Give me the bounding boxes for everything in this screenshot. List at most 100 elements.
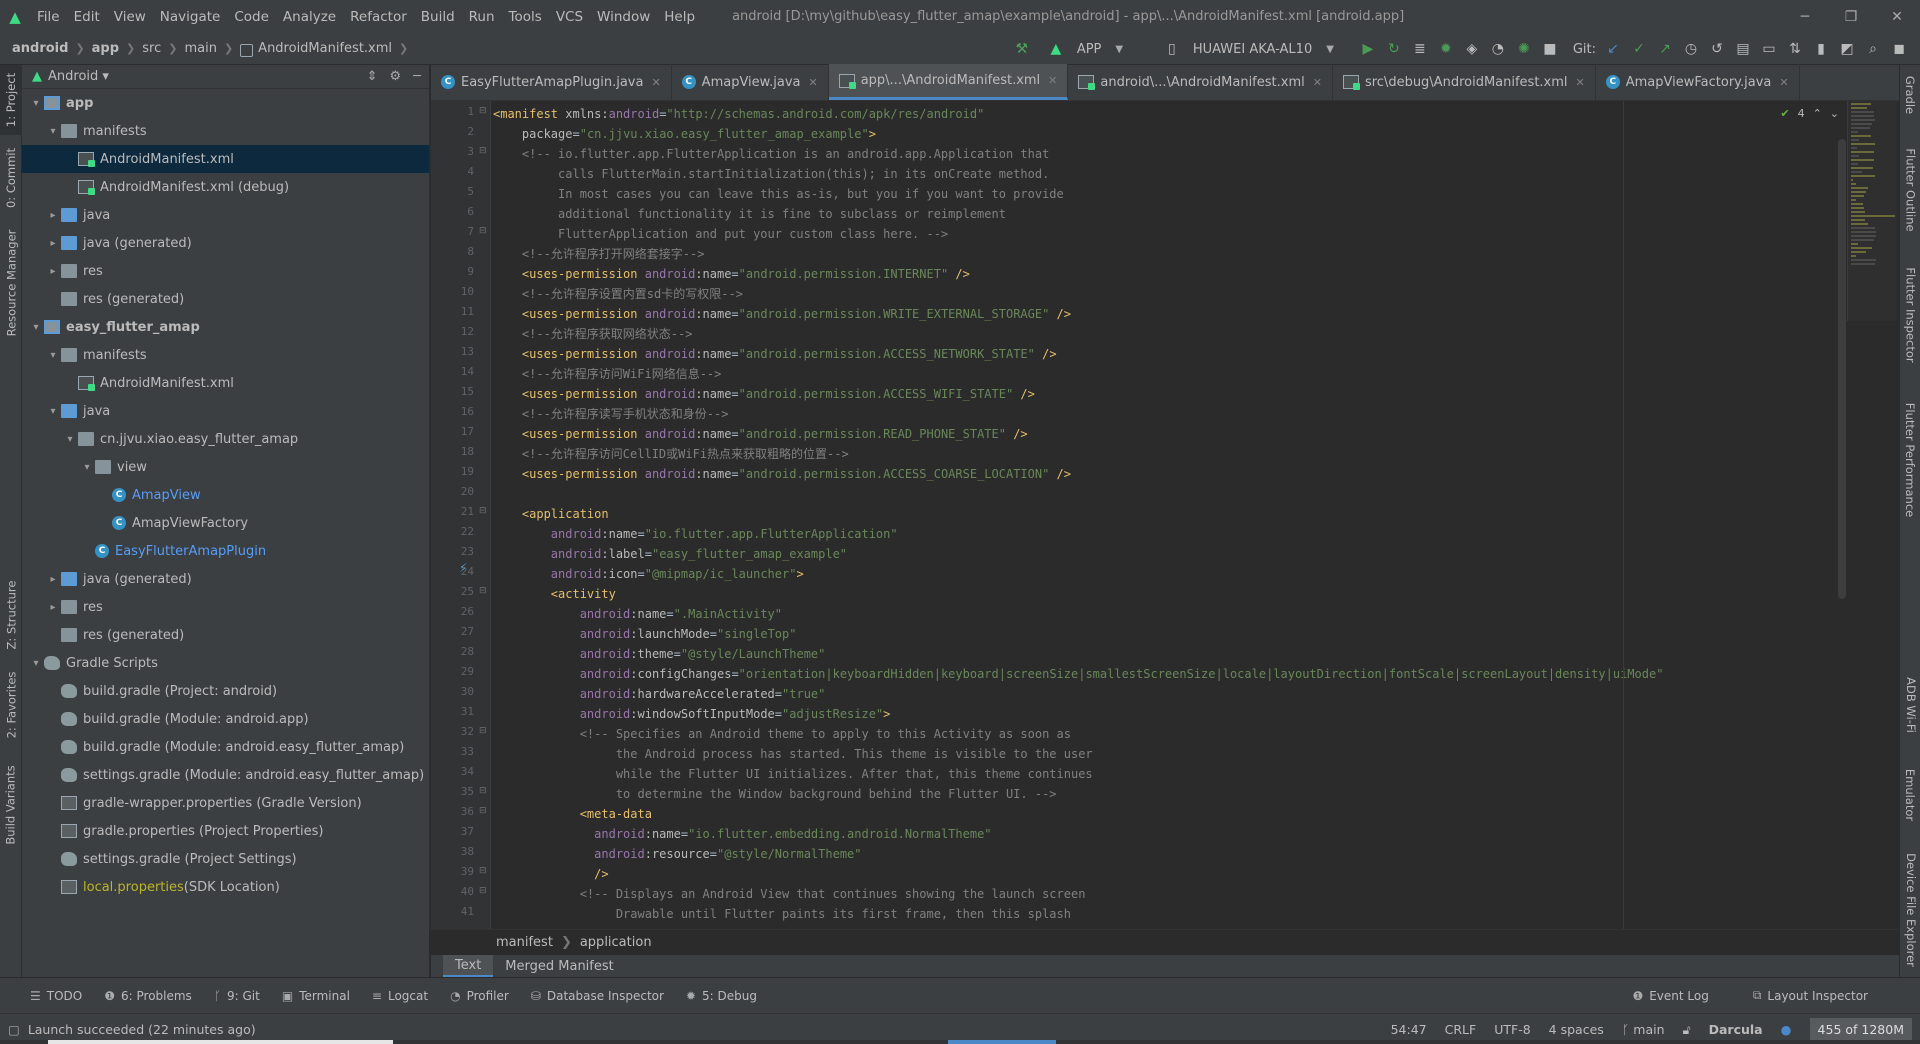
tree-item[interactable]: ▾ cn.jjvu.xiao.easy_flutter_amap	[22, 425, 429, 453]
tree-item[interactable]: ▾ Gradle Scripts	[22, 649, 429, 677]
tree-item[interactable]: ▸ res	[22, 257, 429, 285]
fold-marker-icon[interactable]: ⊟	[479, 866, 487, 876]
debug-icon[interactable]: ✹	[1433, 37, 1459, 61]
code-line[interactable]: In most cases you can leave this as-is, …	[493, 181, 1663, 201]
stop-icon[interactable]: ■	[1537, 37, 1563, 61]
toolwindow-button[interactable]: ◔ Profiler	[450, 989, 509, 1003]
tree-item[interactable]: ▾ easy_flutter_amap	[22, 313, 429, 341]
toolwindow-gradle[interactable]: Gradle	[1900, 65, 1920, 125]
breadcrumb-src[interactable]: src	[142, 41, 161, 56]
fold-marker-icon[interactable]: ⊟	[479, 146, 487, 156]
restore-icon[interactable]: ❐	[1828, 0, 1874, 33]
caret-position[interactable]: 54:47	[1391, 1022, 1427, 1037]
code-line[interactable]: <!-- Displays an Android View that conti…	[493, 881, 1663, 901]
git-branch[interactable]: ᚴ main	[1622, 1022, 1665, 1037]
toolwindow-button[interactable]: ❶ 6: Problems	[104, 989, 192, 1003]
breadcrumb-file[interactable]: AndroidManifest.xml	[258, 41, 392, 56]
hammer-build-icon[interactable]: ⚒	[1009, 37, 1035, 61]
menu-navigate[interactable]: Navigate	[153, 9, 228, 25]
close-tab-icon[interactable]: ✕	[1313, 76, 1322, 89]
toolwindow-button[interactable]: ᚴ 9: Git	[214, 989, 260, 1003]
sdk-manager-icon[interactable]: ▭	[1756, 37, 1782, 61]
expand-arrow-icon[interactable]: ▾	[45, 406, 61, 417]
code-line[interactable]	[493, 481, 1663, 501]
menu-file[interactable]: File	[30, 9, 67, 25]
code-breadcrumb-manifest[interactable]: manifest	[496, 935, 553, 950]
menu-help[interactable]: Help	[657, 9, 702, 25]
breadcrumb-module[interactable]: app	[92, 41, 119, 56]
tree-item[interactable]: AndroidManifest.xml	[22, 145, 429, 173]
menu-window[interactable]: Window	[590, 9, 657, 25]
menu-tools[interactable]: Tools	[502, 9, 549, 25]
code-line[interactable]: Drawable until Flutter paints its first …	[493, 901, 1663, 921]
coverage-icon[interactable]: ◈	[1459, 37, 1485, 61]
code-line[interactable]: calls FlutterMain.startInitialization(th…	[493, 161, 1663, 181]
fold-marker-icon[interactable]: ⊟	[479, 886, 487, 896]
close-tab-icon[interactable]: ✕	[1779, 76, 1788, 89]
editor-tab[interactable]: C AmapView.java ✕	[672, 64, 829, 100]
tool-windows-toggle-icon[interactable]: ▢	[8, 1022, 20, 1037]
code-text[interactable]: <manifest xmlns:android="http://schemas.…	[493, 101, 1663, 921]
menu-edit[interactable]: Edit	[67, 9, 107, 25]
menu-analyze[interactable]: Analyze	[276, 9, 343, 25]
tree-item[interactable]: AndroidManifest.xml (debug)	[22, 173, 429, 201]
chevron-down-icon[interactable]: ⌄	[1830, 107, 1839, 120]
menu-code[interactable]: Code	[227, 9, 276, 25]
gear-icon[interactable]: ⚙	[390, 69, 402, 84]
attach-debugger-icon[interactable]: ✺	[1511, 37, 1537, 61]
collapse-all-icon[interactable]: ⇕	[367, 69, 378, 84]
run-icon[interactable]: ▶	[1355, 37, 1381, 61]
toolwindow-device-file-explorer[interactable]: Device File Explorer	[1900, 845, 1920, 975]
code-line[interactable]: android:name=".MainActivity"	[493, 601, 1663, 621]
tab-merged-manifest[interactable]: Merged Manifest	[493, 955, 625, 977]
menu-refactor[interactable]: Refactor	[343, 9, 414, 25]
hide-panel-icon[interactable]: ─	[413, 69, 421, 84]
fold-marker-icon[interactable]: ⊟	[479, 586, 487, 596]
code-line[interactable]: <!--允许程序访问CellID或WiFi热点来获取粗略的位置-->	[493, 441, 1663, 461]
code-line[interactable]: <uses-permission android:name="android.p…	[493, 421, 1663, 441]
tree-item[interactable]: C EasyFlutterAmapPlugin	[22, 537, 429, 565]
toolwindow-button[interactable]: ❶ Event Log	[1632, 988, 1708, 1003]
close-tab-icon[interactable]: ✕	[1576, 76, 1585, 89]
editor-tab[interactable]: C AmapViewFactory.java ✕	[1596, 64, 1800, 100]
fold-marker-icon[interactable]: ⊟	[479, 806, 487, 816]
toolwindow-flutter-performance[interactable]: Flutter Performance	[1900, 390, 1920, 530]
toolwindow-flutter-outline[interactable]: Flutter Outline	[1900, 135, 1920, 245]
expand-arrow-icon[interactable]: ▾	[45, 350, 61, 361]
tree-item[interactable]: ▸ java (generated)	[22, 229, 429, 257]
toolwindow-resource-manager[interactable]: Resource Manager	[0, 223, 22, 343]
tree-item[interactable]: gradle-wrapper.properties (Gradle Versio…	[22, 789, 429, 817]
code-line[interactable]: <uses-permission android:name="android.p…	[493, 381, 1663, 401]
theme-name[interactable]: Darcula	[1709, 1022, 1763, 1037]
tree-item[interactable]: AndroidManifest.xml	[22, 369, 429, 397]
code-line[interactable]: <!--允许程序访问WiFi网络信息-->	[493, 361, 1663, 381]
chevron-up-icon[interactable]: ⌃	[1813, 107, 1822, 120]
code-line[interactable]: android:icon="@mipmap/ic_launcher">	[493, 561, 1663, 581]
code-area[interactable]: ⚡ 1 ⊟ 2 3 ⊟ 4 5 6 7 ⊟ 8 9 10 11 12 13 14 15 16 17 18 19 20 21 ⊟ 2…	[431, 101, 1899, 929]
toolwindow-structure[interactable]: Z: Structure	[0, 575, 22, 655]
code-line[interactable]: <uses-permission android:name="android.p…	[493, 301, 1663, 321]
git-history-icon[interactable]: ◷	[1678, 37, 1704, 61]
code-line[interactable]: android:hardwareAccelerated="true"	[493, 681, 1663, 701]
toolwindow-button[interactable]: ☰ TODO	[30, 989, 82, 1003]
expand-arrow-icon[interactable]: ▾	[45, 126, 61, 137]
editor-tab[interactable]: android\...\AndroidManifest.xml ✕	[1068, 64, 1333, 100]
code-line[interactable]: while the Flutter UI initializes. After …	[493, 761, 1663, 781]
toolwindow-project[interactable]: 1: Project	[0, 65, 22, 135]
file-encoding[interactable]: UTF-8	[1494, 1022, 1530, 1037]
minimize-icon[interactable]: ─	[1782, 0, 1828, 33]
code-line[interactable]: />	[493, 861, 1663, 881]
code-line[interactable]: android:theme="@style/LaunchTheme"	[493, 641, 1663, 661]
close-tab-icon[interactable]: ✕	[651, 76, 660, 89]
fold-marker-icon[interactable]: ⊟	[479, 226, 487, 236]
toolwindow-button[interactable]: ⛁ Database Inspector	[531, 989, 664, 1003]
code-line[interactable]: package="cn.jjvu.xiao.easy_flutter_amap_…	[493, 121, 1663, 141]
expand-arrow-icon[interactable]: ▾	[62, 434, 78, 445]
menu-view[interactable]: View	[107, 9, 153, 25]
code-line[interactable]: <activity	[493, 581, 1663, 601]
close-icon[interactable]: ✕	[1874, 0, 1920, 33]
git-push-icon[interactable]: ↗	[1652, 37, 1678, 61]
lock-icon[interactable]: 🔓︎	[1683, 1022, 1691, 1038]
toolwindow-button[interactable]: ✹ 5: Debug	[686, 989, 757, 1003]
code-line[interactable]: android:windowSoftInputMode="adjustResiz…	[493, 701, 1663, 721]
